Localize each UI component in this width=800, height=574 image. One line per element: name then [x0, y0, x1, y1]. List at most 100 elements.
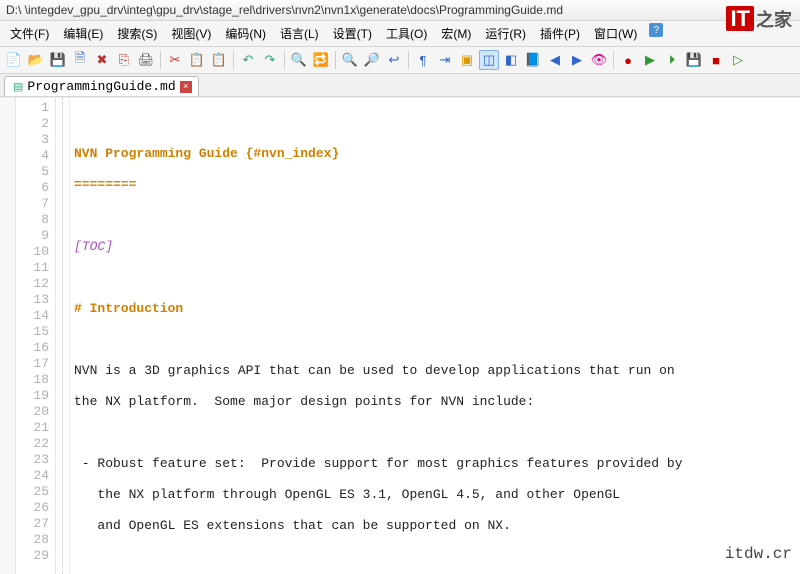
monitor-icon[interactable]: 👁	[589, 50, 609, 70]
cut-icon[interactable]: ✂	[165, 50, 185, 70]
editor: 1 2 3 4 5 6 7 8 9 10 11 12 13 14 15 16 1…	[0, 97, 800, 574]
line-number: 21	[18, 420, 49, 436]
line-number: 7	[18, 196, 49, 212]
line-number: 28	[18, 532, 49, 548]
replace-icon[interactable]: 🔁	[311, 50, 331, 70]
line-number: 20	[18, 404, 49, 420]
line-number: 11	[18, 260, 49, 276]
zoom-in-icon[interactable]: 🔍	[340, 50, 360, 70]
line-number: 29	[18, 548, 49, 564]
line-number: 15	[18, 324, 49, 340]
undo-icon[interactable]: ↶	[238, 50, 258, 70]
line-number: 23	[18, 452, 49, 468]
tab-label: ProgrammingGuide.md	[27, 79, 175, 94]
doc-map-icon[interactable]: ◫	[479, 50, 499, 70]
menu-search[interactable]: 搜索(S)	[111, 23, 163, 44]
menu-file[interactable]: 文件(F)	[4, 23, 55, 44]
line-number: 2	[18, 116, 49, 132]
menu-macro[interactable]: 宏(M)	[435, 23, 477, 44]
line-number: 1	[18, 100, 49, 116]
line-number-gutter[interactable]: 1 2 3 4 5 6 7 8 9 10 11 12 13 14 15 16 1…	[16, 98, 56, 574]
line-number: 13	[18, 292, 49, 308]
toolbar-separator	[233, 51, 234, 69]
line-number: 18	[18, 372, 49, 388]
toolbar-separator	[613, 51, 614, 69]
file-icon: ▤	[13, 80, 23, 94]
menu-edit[interactable]: 编辑(E)	[57, 23, 109, 44]
menu-encoding[interactable]: 编码(N)	[219, 23, 272, 44]
line-number: 3	[18, 132, 49, 148]
stop-macro-icon[interactable]: ■	[706, 50, 726, 70]
menu-view[interactable]: 视图(V)	[165, 23, 217, 44]
code-line: the NX platform through OpenGL ES 3.1, O…	[74, 487, 796, 503]
code-line: ========	[74, 177, 796, 193]
toolbar: 📄 📂 💾 🗎 ✖ ⎘ 🖨 ✂ 📋 📋 ↶ ↷ 🔍 🔁 🔍 🔎 ↩ ¶ ⇥ ▣ …	[0, 47, 800, 74]
menu-window[interactable]: 窗口(W)	[588, 23, 643, 44]
zoom-out-icon[interactable]: 🔎	[362, 50, 382, 70]
fold-margin[interactable]	[56, 98, 70, 574]
close-all-icon[interactable]: ⎘	[114, 50, 134, 70]
line-number: 27	[18, 516, 49, 532]
line-number: 6	[18, 180, 49, 196]
open-file-icon[interactable]: 📂	[26, 50, 46, 70]
paste-icon[interactable]: 📋	[209, 50, 229, 70]
func-list-icon[interactable]: ◧	[501, 50, 521, 70]
code-line: NVN is a 3D graphics API that can be use…	[74, 363, 796, 379]
run-icon[interactable]: ▷	[728, 50, 748, 70]
play-macro-icon[interactable]: ▶	[640, 50, 660, 70]
nav-next-icon[interactable]: ▶	[567, 50, 587, 70]
toolbar-separator	[335, 51, 336, 69]
line-number: 5	[18, 164, 49, 180]
indent-guide-icon[interactable]: ⇥	[435, 50, 455, 70]
code-line: - Robust feature set: Provide support fo…	[74, 456, 796, 472]
close-file-icon[interactable]: ✖	[92, 50, 112, 70]
print-icon[interactable]: 🖨	[136, 50, 156, 70]
new-file-icon[interactable]: 📄	[4, 50, 24, 70]
code-line	[74, 549, 796, 565]
folder-icon[interactable]: ▣	[457, 50, 477, 70]
menu-plugins[interactable]: 插件(P)	[534, 23, 586, 44]
line-number: 12	[18, 276, 49, 292]
line-number: 26	[18, 500, 49, 516]
code-line	[74, 208, 796, 224]
line-number: 24	[18, 468, 49, 484]
code-line	[74, 270, 796, 286]
code-line: the NX platform. Some major design point…	[74, 394, 796, 410]
menu-settings[interactable]: 设置(T)	[327, 23, 378, 44]
line-number: 22	[18, 436, 49, 452]
redo-icon[interactable]: ↷	[260, 50, 280, 70]
code-line	[74, 115, 796, 131]
code-line: # Introduction	[74, 301, 796, 317]
bookmark-icon[interactable]: 📘	[523, 50, 543, 70]
copy-icon[interactable]: 📋	[187, 50, 207, 70]
help-icon[interactable]: ?	[649, 23, 663, 37]
nav-prev-icon[interactable]: ◀	[545, 50, 565, 70]
toolbar-separator	[408, 51, 409, 69]
bookmark-margin[interactable]	[0, 98, 16, 574]
code-line: and OpenGL ES extensions that can be sup…	[74, 518, 796, 534]
tab-bar: ▤ ProgrammingGuide.md ×	[0, 74, 800, 97]
word-wrap-icon[interactable]: ↩	[384, 50, 404, 70]
find-icon[interactable]: 🔍	[289, 50, 309, 70]
code-line: NVN Programming Guide {#nvn_index}	[74, 146, 796, 162]
line-number: 25	[18, 484, 49, 500]
line-number: 8	[18, 212, 49, 228]
menu-language[interactable]: 语言(L)	[274, 23, 325, 44]
play-multi-icon[interactable]: ⏵	[662, 50, 682, 70]
title-bar: D:\ \integdev_gpu_drv\integ\gpu_drv\stag…	[0, 0, 800, 21]
code-line	[74, 425, 796, 441]
toolbar-separator	[160, 51, 161, 69]
menu-tools[interactable]: 工具(O)	[380, 23, 433, 44]
record-macro-icon[interactable]: ●	[618, 50, 638, 70]
code-area[interactable]: NVN Programming Guide {#nvn_index} =====…	[70, 98, 800, 574]
line-number: 4	[18, 148, 49, 164]
save-all-icon[interactable]: 🗎	[70, 50, 90, 70]
menu-run[interactable]: 运行(R)	[479, 23, 532, 44]
show-symbol-icon[interactable]: ¶	[413, 50, 433, 70]
save-macro-icon[interactable]: 💾	[684, 50, 704, 70]
tab-active[interactable]: ▤ ProgrammingGuide.md ×	[4, 76, 199, 96]
code-line: [TOC]	[74, 239, 796, 255]
code-line	[74, 332, 796, 348]
save-icon[interactable]: 💾	[48, 50, 68, 70]
tab-close-icon[interactable]: ×	[180, 81, 192, 93]
